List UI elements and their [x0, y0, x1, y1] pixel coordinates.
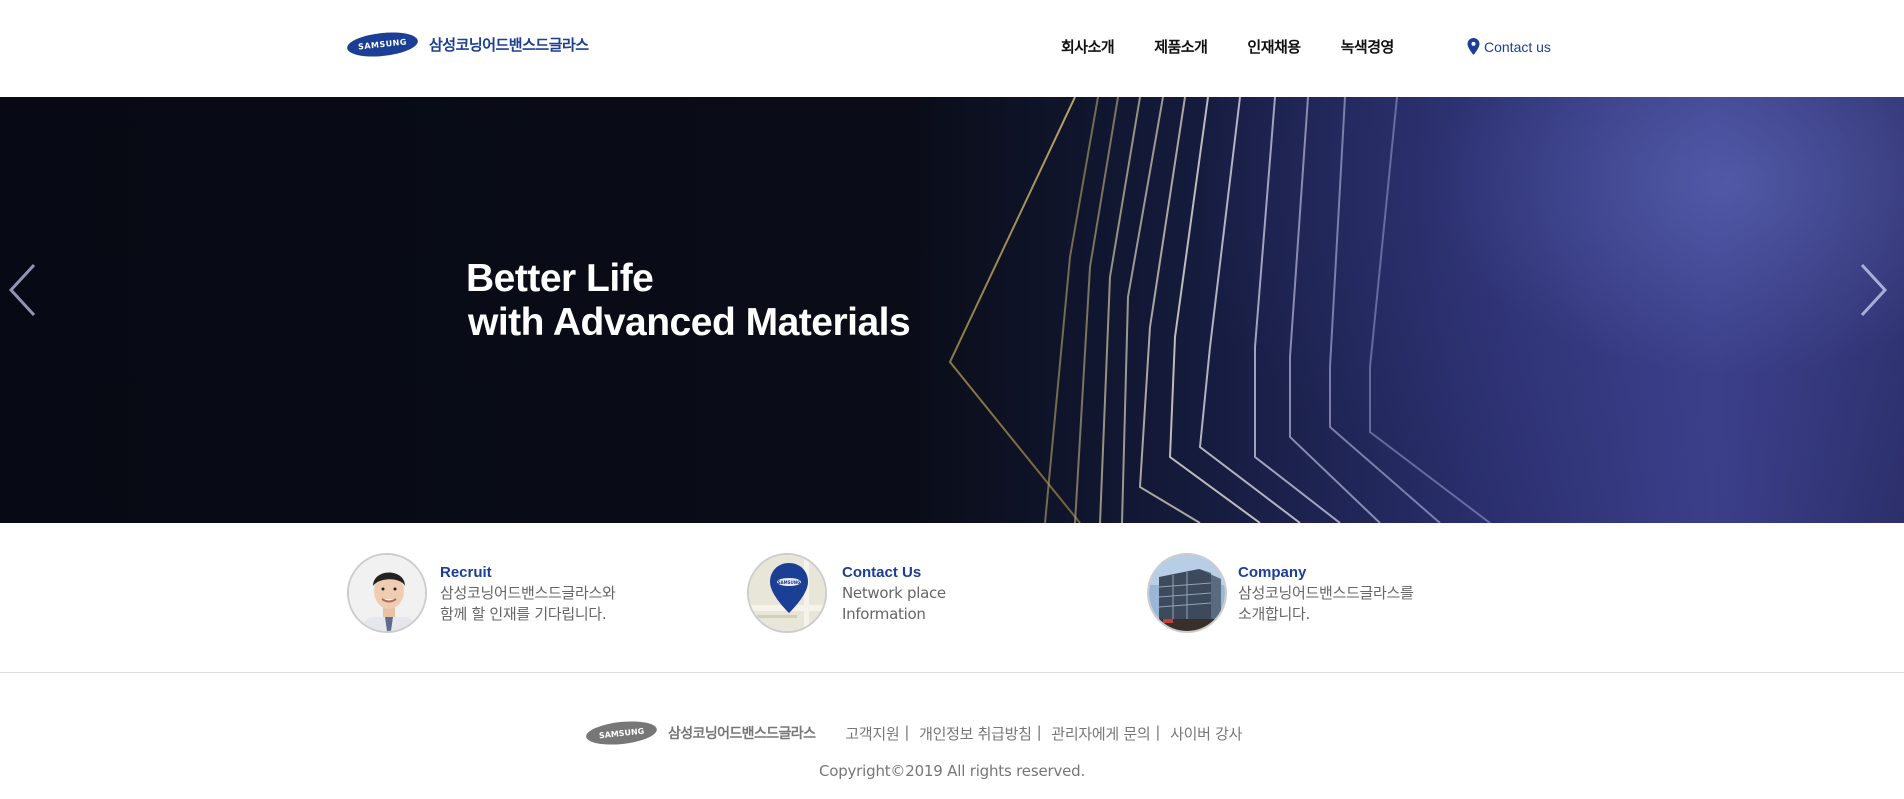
svg-text:SAMSUNG: SAMSUNG — [778, 580, 801, 585]
quick-link-text: Company 삼성코닝어드밴스드글라스를 소개합니다. — [1238, 553, 1414, 633]
map-pin-icon — [1467, 38, 1480, 55]
site-header: SAMSUNG 삼성코닝어드밴스드글라스 회사소개 제품소개 인재채용 녹색경영… — [0, 0, 1904, 97]
site-logo[interactable]: SAMSUNG 삼성코닝어드밴스드글라스 — [345, 29, 589, 60]
hero-banner: Better Life with Advanced Materials — [0, 97, 1904, 523]
nav-item-company[interactable]: 회사소개 — [1061, 36, 1115, 57]
quick-links: Recruit 삼성코닝어드밴스드글라스와 함께 할 인재를 기다립니다. SA… — [0, 523, 1904, 673]
quick-link-company[interactable]: Company 삼성코닝어드밴스드글라스를 소개합니다. — [1147, 553, 1414, 633]
quick-link-desc: Network place — [842, 584, 946, 602]
copyright: Copyright©2019 All rights reserved. — [818, 762, 1086, 780]
footer-link-customer-support[interactable]: 고객지원 — [845, 723, 899, 744]
footer-link-cyber-instructor[interactable]: 사이버 강사 — [1170, 723, 1242, 744]
footer-separator: | — [1036, 722, 1042, 741]
quick-link-contact[interactable]: SAMSUNG Contact Us Network place Informa… — [747, 553, 946, 633]
nav-item-green-management[interactable]: 녹색경영 — [1341, 36, 1395, 57]
footer-links: 고객지원 | 개인정보 취급방침 | 관리자에게 문의 | 사이버 강사 — [845, 723, 1242, 744]
footer-link-privacy-policy[interactable]: 개인정보 취급방침 — [919, 723, 1032, 744]
quick-link-title: Contact Us — [842, 564, 922, 581]
footer-separator: | — [1155, 722, 1161, 741]
contact-us-link[interactable]: Contact us — [1467, 38, 1551, 55]
brand-name: 삼성코닝어드밴스드글라스 — [429, 36, 589, 54]
quick-link-title: Company — [1238, 564, 1307, 581]
footer-row: SAMSUNG 삼성코닝어드밴스드글라스 고객지원 | 개인정보 취급방침 | … — [585, 718, 1242, 748]
site-footer: SAMSUNG 삼성코닝어드밴스드글라스 고객지원 | 개인정보 취급방침 | … — [0, 674, 1904, 799]
contact-us-label: Contact us — [1484, 38, 1551, 55]
samsung-logo-mark: SAMSUNG — [345, 29, 420, 60]
nav-item-products[interactable]: 제품소개 — [1154, 36, 1208, 57]
quick-link-desc: 함께 할 인재를 기다립니다. — [440, 605, 607, 623]
quick-link-text: Contact Us Network place Information — [842, 553, 946, 633]
hero-title-line-2: with Advanced Materials — [468, 301, 911, 344]
footer-samsung-logo-mark: SAMSUNG — [585, 718, 658, 748]
footer-brand-name: 삼성코닝어드밴스드글라스 — [668, 726, 816, 742]
quick-link-desc: 소개합니다. — [1238, 605, 1310, 623]
quick-link-desc: 삼성코닝어드밴스드글라스를 — [1238, 584, 1414, 602]
quick-link-title: Recruit — [440, 564, 492, 581]
nav-item-recruit[interactable]: 인재채용 — [1247, 36, 1301, 57]
quick-link-desc: 삼성코닝어드밴스드글라스와 — [440, 584, 616, 602]
company-building-image — [1147, 553, 1227, 633]
footer-separator: | — [904, 722, 910, 741]
quick-link-desc: Information — [842, 605, 926, 623]
footer-link-contact-admin[interactable]: 관리자에게 문의 — [1051, 723, 1150, 744]
quick-link-text: Recruit 삼성코닝어드밴스드글라스와 함께 할 인재를 기다립니다. — [440, 553, 616, 633]
main-nav: 회사소개 제품소개 인재채용 녹색경영 — [1061, 36, 1434, 57]
map-location-image: SAMSUNG — [747, 553, 827, 633]
recruit-person-image — [347, 553, 427, 633]
chevron-right-icon[interactable] — [1858, 263, 1888, 317]
quick-link-recruit[interactable]: Recruit 삼성코닝어드밴스드글라스와 함께 할 인재를 기다립니다. — [347, 553, 616, 633]
hero-glass-lines — [948, 97, 1491, 523]
chevron-left-icon[interactable] — [8, 263, 38, 317]
hero-title-line-1: Better Life — [466, 257, 654, 300]
hero-title: Better Life with Advanced Materials — [466, 257, 911, 345]
